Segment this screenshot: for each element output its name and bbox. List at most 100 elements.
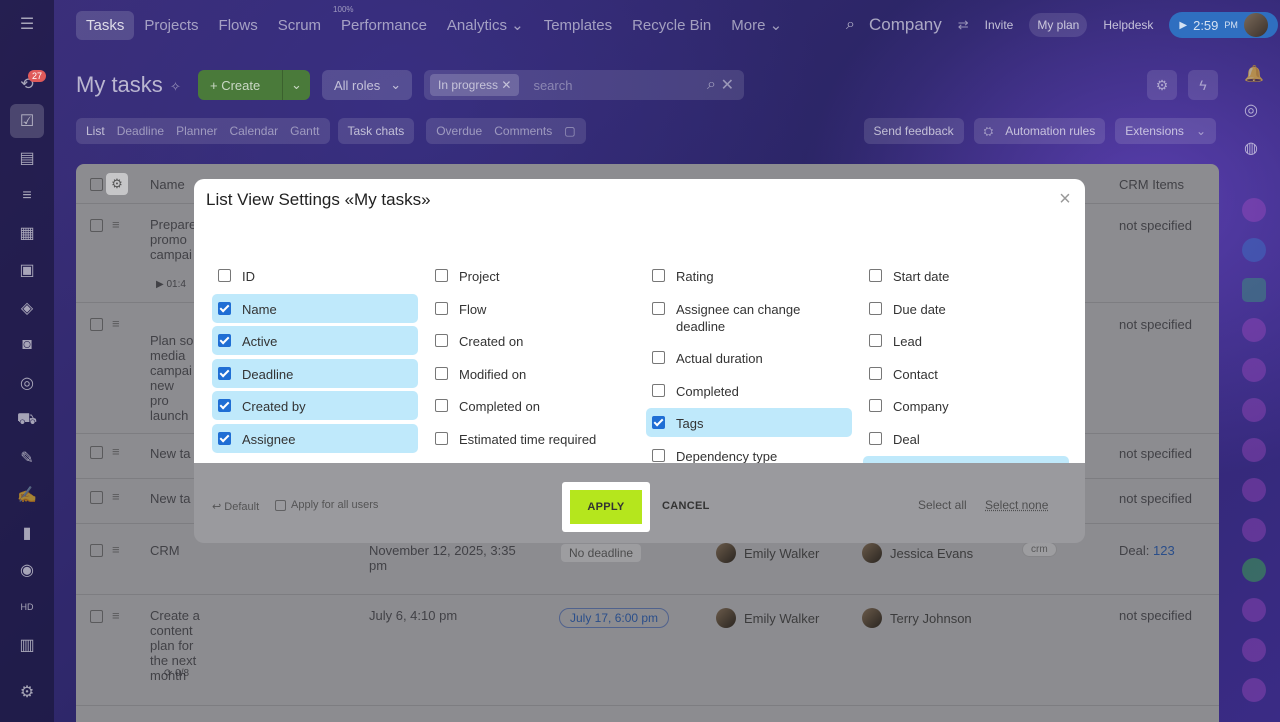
time-tracker[interactable]: ▶ 2:59 PM — [1169, 12, 1278, 38]
cancel-button[interactable]: CANCEL — [662, 500, 710, 512]
nav-analytics[interactable]: Analytics ⌄ — [437, 10, 534, 40]
overdue-button[interactable]: Overdue — [430, 124, 488, 138]
cart-icon[interactable]: ⛟ — [14, 407, 40, 433]
nav-performance[interactable]: 100% Performance — [331, 5, 437, 40]
roles-select[interactable]: All roles ⌄ — [322, 70, 412, 100]
swap-icon[interactable]: ⇄ — [958, 17, 969, 33]
option-checkbox[interactable] — [218, 269, 231, 282]
clear-icon[interactable]: ✕ — [721, 75, 734, 95]
option-checkbox[interactable] — [652, 383, 665, 397]
chat-avatar[interactable] — [1242, 518, 1266, 542]
column-option[interactable]: Deadline — [212, 358, 418, 388]
chat-avatar[interactable] — [1242, 238, 1266, 262]
nav-flows[interactable]: Flows — [209, 11, 268, 40]
chat-avatar[interactable] — [1242, 678, 1266, 702]
select-all-checkbox[interactable] — [90, 178, 103, 191]
column-crm-items[interactable]: CRM Items — [1119, 177, 1184, 192]
option-checkbox[interactable] — [435, 431, 448, 445]
column-option[interactable]: Lead — [863, 326, 1063, 355]
drag-handle-icon[interactable]: ≡ — [112, 444, 120, 459]
select-all-link[interactable]: Select all — [918, 498, 967, 512]
analytics-icon[interactable]: ▮ — [14, 520, 40, 546]
column-option[interactable]: Created by — [212, 391, 418, 420]
column-option[interactable]: Modified on — [429, 359, 629, 388]
chat-icon[interactable]: ▤ — [14, 145, 40, 171]
nav-tasks[interactable]: Tasks — [76, 10, 135, 40]
support-icon[interactable]: ◍ — [1244, 138, 1258, 158]
option-checkbox[interactable] — [218, 334, 231, 347]
chat-avatar[interactable] — [1242, 478, 1266, 502]
nav-more[interactable]: More ⌄ — [721, 10, 792, 40]
column-option[interactable]: Contact — [863, 359, 1063, 388]
view-calendar[interactable]: Calendar — [223, 124, 284, 138]
column-option[interactable]: Project — [429, 261, 629, 290]
option-checkbox[interactable] — [869, 399, 882, 412]
automation-rules-button[interactable]: ⛭ Automation rules — [973, 118, 1106, 144]
cube-icon[interactable]: ◈ — [14, 295, 40, 321]
column-option[interactable]: Created on — [429, 326, 629, 355]
deadline-chip[interactable]: No deadline — [561, 544, 642, 562]
filter-icon[interactable]: ≡ — [14, 183, 40, 209]
select-none-link[interactable]: Select none — [985, 498, 1048, 512]
search-box[interactable]: In progress ✕ search ⌕ ✕ — [424, 70, 744, 100]
column-option[interactable]: Estimated time required — [429, 424, 629, 453]
bot-icon[interactable]: ◉ — [14, 557, 40, 583]
row-checkbox[interactable] — [90, 446, 103, 459]
company-name[interactable]: Company — [869, 15, 942, 35]
option-checkbox[interactable] — [218, 431, 231, 445]
contacts-icon[interactable]: ◙ — [14, 332, 40, 358]
search-input[interactable]: search — [533, 78, 572, 93]
drag-handle-icon[interactable]: ≡ — [112, 608, 120, 623]
apply-all-users-option[interactable]: Apply for all users — [275, 499, 378, 511]
drag-handle-icon[interactable]: ≡ — [112, 316, 120, 331]
nav-recycle-bin[interactable]: Recycle Bin — [622, 11, 721, 40]
gear-icon[interactable]: ⚙ — [1147, 70, 1177, 100]
task-name[interactable]: CRM — [150, 543, 180, 558]
column-option[interactable]: Actual duration — [646, 343, 846, 372]
created-by[interactable]: Emily Walker — [716, 543, 819, 563]
option-checkbox[interactable] — [435, 301, 448, 315]
task-name[interactable]: Plan so media campai new pro launch — [150, 333, 196, 423]
column-option[interactable]: Flow — [429, 294, 629, 323]
column-option[interactable]: Tags — [646, 408, 852, 437]
column-option[interactable]: Deal — [863, 424, 1063, 453]
nav-scrum[interactable]: Scrum — [268, 11, 331, 40]
drag-handle-icon[interactable]: ≡ — [112, 542, 120, 557]
calendar-icon[interactable]: ▦ — [14, 220, 40, 246]
drive-icon[interactable]: ▣ — [14, 257, 40, 283]
view-gantt[interactable]: Gantt — [284, 124, 325, 138]
hd-icon[interactable]: HD — [14, 594, 40, 620]
column-option[interactable]: Rating — [646, 261, 846, 290]
created-by[interactable]: Emily Walker — [716, 608, 819, 628]
assignee[interactable]: Jessica Evans — [862, 543, 973, 563]
column-option[interactable]: Assignee — [212, 423, 418, 453]
option-checkbox[interactable] — [435, 269, 448, 282]
docs-icon[interactable]: ✎ — [14, 445, 40, 471]
option-checkbox[interactable] — [652, 448, 665, 462]
settings-icon[interactable]: ⚙ — [14, 679, 40, 705]
option-checkbox[interactable] — [869, 366, 882, 380]
chat-avatar[interactable] — [1242, 318, 1266, 342]
option-checkbox[interactable] — [435, 334, 448, 347]
close-icon[interactable]: ✕ — [501, 78, 511, 92]
table-row[interactable]: ≡ Create a content plan for the next mon… — [76, 596, 1219, 706]
pin-icon[interactable]: ✧ — [170, 79, 181, 95]
row-checkbox[interactable] — [90, 544, 103, 557]
column-option[interactable]: Completed — [646, 376, 846, 405]
close-icon[interactable]: × — [1055, 187, 1075, 211]
deadline-chip[interactable]: July 17, 6:00 pm — [559, 608, 670, 628]
chat-avatar[interactable] — [1242, 398, 1266, 422]
view-deadline[interactable]: Deadline — [111, 124, 170, 138]
column-option[interactable]: Due date — [863, 294, 1063, 323]
chat-avatar[interactable] — [1242, 278, 1266, 302]
task-chats-button[interactable]: Task chats — [337, 118, 415, 144]
column-option[interactable]: Completed on — [429, 391, 629, 420]
chat-avatar[interactable] — [1242, 558, 1266, 582]
option-checkbox[interactable] — [652, 351, 665, 364]
column-option[interactable]: Active — [212, 326, 418, 355]
option-checkbox[interactable] — [218, 301, 231, 315]
task-name[interactable]: New ta — [150, 446, 190, 461]
drag-handle-icon[interactable]: ≡ — [112, 217, 120, 232]
menu-icon[interactable]: ☰ — [14, 11, 40, 37]
column-settings-icon[interactable]: ⚙ — [106, 173, 128, 195]
